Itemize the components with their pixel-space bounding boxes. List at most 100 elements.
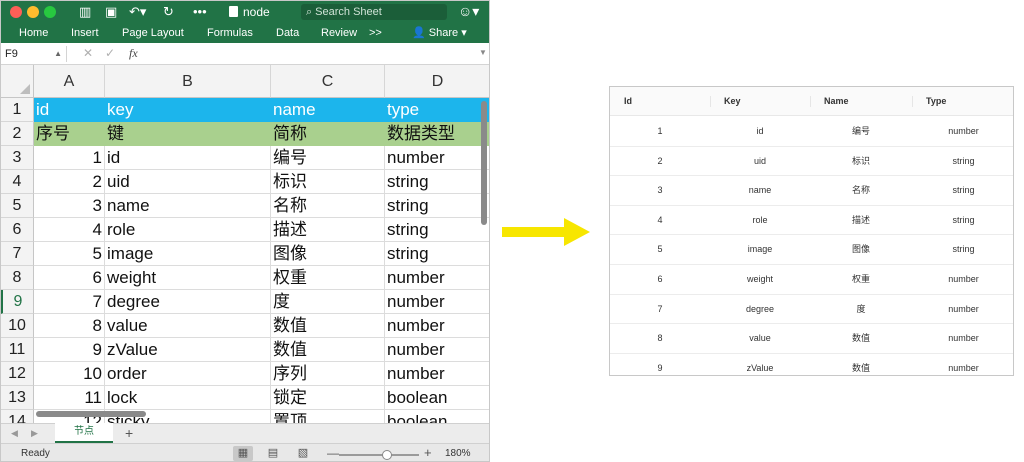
cell[interactable]: uid (105, 170, 271, 194)
row-header[interactable]: 3 (1, 146, 34, 170)
cell[interactable]: 2 (34, 170, 105, 194)
row-header[interactable]: 4 (1, 170, 34, 194)
tab-formulas[interactable]: Formulas (207, 26, 253, 40)
normal-view-icon[interactable]: ▦ (233, 446, 253, 461)
cell[interactable]: 图像 (271, 242, 385, 266)
table-header-key[interactable]: Key (710, 87, 810, 116)
sidebar-toggle-icon[interactable]: ▥ (79, 4, 91, 20)
page-layout-view-icon[interactable]: ▤ (263, 446, 283, 461)
row-header[interactable]: 6 (1, 218, 34, 242)
cell[interactable]: zValue (105, 338, 271, 362)
cell[interactable]: number (385, 362, 489, 386)
column-header-b[interactable]: B (105, 65, 271, 98)
row-header[interactable]: 14 (1, 410, 34, 423)
tab-more-chevron[interactable]: >> (369, 26, 382, 40)
cell[interactable]: 名称 (271, 194, 385, 218)
more-icon[interactable]: ••• (193, 4, 207, 20)
tab-page-layout[interactable]: Page Layout (122, 26, 184, 40)
cell[interactable]: boolean (385, 410, 489, 423)
cell[interactable]: 键 (105, 122, 271, 146)
share-button[interactable]: 👤 Share ▾ (412, 26, 467, 39)
cell[interactable]: number (385, 146, 489, 170)
zoom-level[interactable]: 180% (445, 448, 471, 459)
cell[interactable]: string (385, 170, 489, 194)
maximize-window-button[interactable] (44, 6, 56, 18)
cell[interactable]: type (385, 98, 489, 122)
row-header[interactable]: 10 (1, 314, 34, 338)
cancel-icon[interactable]: ✕ (83, 46, 93, 60)
cell[interactable]: 5 (34, 242, 105, 266)
cell[interactable]: image (105, 242, 271, 266)
page-break-view-icon[interactable]: ▧ (293, 446, 313, 461)
redo-icon[interactable]: ↻ (163, 4, 174, 20)
cell[interactable]: 权重 (271, 266, 385, 290)
cell[interactable]: 3 (34, 194, 105, 218)
zoom-out-button[interactable]: — (327, 446, 339, 460)
cell[interactable]: 6 (34, 266, 105, 290)
cell[interactable]: lock (105, 386, 271, 410)
row-header[interactable]: 13 (1, 386, 34, 410)
vertical-scrollbar[interactable] (481, 101, 487, 225)
row-header[interactable]: 1 (1, 98, 34, 122)
cell[interactable]: 序号 (34, 122, 105, 146)
zoom-slider-track[interactable] (339, 454, 419, 456)
close-window-button[interactable] (10, 6, 22, 18)
tab-insert[interactable]: Insert (71, 26, 99, 40)
cell[interactable]: 10 (34, 362, 105, 386)
cell[interactable]: number (385, 338, 489, 362)
table-header-type[interactable]: Type (912, 87, 1013, 116)
add-sheet-button[interactable]: + (125, 425, 133, 441)
cell[interactable]: role (105, 218, 271, 242)
table-header-name[interactable]: Name (810, 87, 912, 116)
cell[interactable]: value (105, 314, 271, 338)
row-header[interactable]: 7 (1, 242, 34, 266)
cell[interactable]: 11 (34, 386, 105, 410)
cell[interactable]: id (105, 146, 271, 170)
cell[interactable]: name (105, 194, 271, 218)
row-header[interactable]: 5 (1, 194, 34, 218)
insert-function-button[interactable]: fx (129, 46, 138, 61)
cell[interactable]: 数据类型 (385, 122, 489, 146)
cell[interactable]: 1 (34, 146, 105, 170)
select-all-corner[interactable] (1, 65, 34, 98)
table-header-id[interactable]: Id (610, 87, 710, 116)
feedback-smiley-icon[interactable]: ☺▾ (458, 3, 479, 20)
next-sheet-icon[interactable]: ▶ (31, 428, 38, 439)
cell[interactable]: string (385, 242, 489, 266)
search-sheet-input[interactable]: ⌕ Search Sheet (301, 4, 447, 20)
cell[interactable]: boolean (385, 386, 489, 410)
cell[interactable]: 标识 (271, 170, 385, 194)
column-header-a[interactable]: A (34, 65, 105, 98)
expand-formula-bar-icon[interactable]: ▼ (479, 48, 487, 57)
cell[interactable]: 数值 (271, 314, 385, 338)
cell[interactable]: string (385, 194, 489, 218)
cell[interactable]: 4 (34, 218, 105, 242)
cell[interactable]: 8 (34, 314, 105, 338)
cell[interactable]: number (385, 290, 489, 314)
tab-home[interactable]: Home (19, 26, 48, 40)
name-box[interactable]: F9▲▼ (5, 46, 67, 74)
cell[interactable]: number (385, 314, 489, 338)
column-header-d[interactable]: D (385, 65, 489, 98)
row-header[interactable]: 8 (1, 266, 34, 290)
confirm-icon[interactable]: ✓ (105, 46, 115, 60)
cell[interactable]: 锁定 (271, 386, 385, 410)
cell[interactable]: 序列 (271, 362, 385, 386)
cell[interactable]: order (105, 362, 271, 386)
save-icon[interactable]: ▣ (105, 4, 117, 20)
tab-data[interactable]: Data (276, 26, 299, 40)
cell[interactable]: 9 (34, 338, 105, 362)
cell[interactable]: 简称 (271, 122, 385, 146)
previous-sheet-icon[interactable]: ◀ (11, 428, 18, 439)
cell[interactable]: degree (105, 290, 271, 314)
cell[interactable]: number (385, 266, 489, 290)
row-header[interactable]: 9 (1, 290, 34, 314)
cell[interactable]: name (271, 98, 385, 122)
cell[interactable]: key (105, 98, 271, 122)
tab-review[interactable]: Review (321, 26, 357, 40)
cell[interactable]: 描述 (271, 218, 385, 242)
cell[interactable]: 置顶 (271, 410, 385, 423)
zoom-slider-knob[interactable] (382, 450, 392, 460)
horizontal-scrollbar[interactable] (36, 411, 146, 417)
cell[interactable]: 编号 (271, 146, 385, 170)
